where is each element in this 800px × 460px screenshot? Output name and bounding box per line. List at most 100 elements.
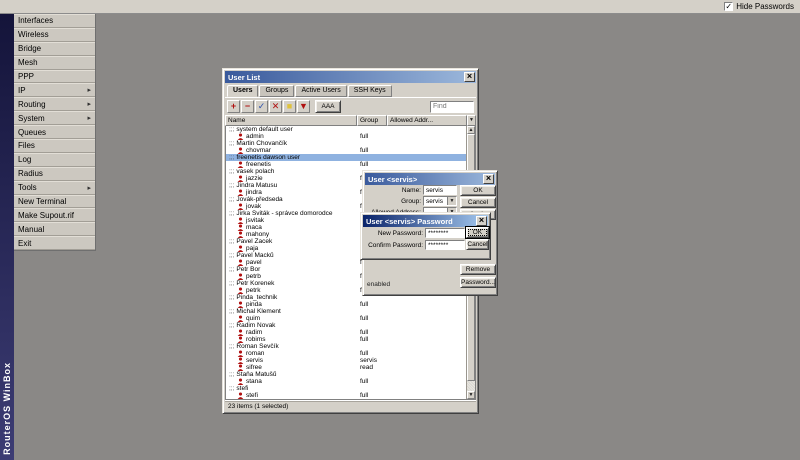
sidebar-item-interfaces[interactable]: Interfaces — [14, 14, 95, 28]
user-name: chovmar — [246, 147, 271, 154]
comment-prefix: ;;; — [229, 308, 234, 315]
table-row-comment[interactable]: ;;; Michal Klement — [226, 308, 466, 315]
dropdown-arrow-icon[interactable]: ▼ — [447, 197, 456, 205]
sidebar-item-label: Log — [18, 155, 91, 164]
comment-text: Staňa Matušů — [236, 371, 276, 378]
ok-button[interactable]: OK — [466, 227, 489, 238]
table-row-user[interactable]: romanfull — [226, 350, 466, 357]
filter-button[interactable]: ▼ — [297, 100, 310, 113]
group-value: servis — [426, 198, 447, 205]
name-cell: jovak — [226, 203, 358, 210]
sidebar-item-log[interactable]: Log — [14, 153, 95, 167]
table-row-comment[interactable]: ;;; freenetis dawson user — [226, 154, 466, 161]
arrow-up-icon: ▲ — [469, 128, 474, 133]
sidebar-item-label: Routing — [18, 100, 87, 109]
table-row-user[interactable]: sifreeread — [226, 364, 466, 371]
remove-button[interactable]: Remove — [460, 264, 496, 275]
name-cell: petrb — [226, 273, 358, 280]
comment-button[interactable]: ■ — [283, 100, 296, 113]
user-icon — [237, 364, 244, 371]
sidebar-item-make-supout-rif[interactable]: Make Supout.rif — [14, 208, 95, 222]
sidebar-item-mesh[interactable]: Mesh — [14, 56, 95, 70]
sidebar-item-radius[interactable]: Radius — [14, 167, 95, 181]
user-name: petrb — [246, 273, 261, 280]
user-icon — [237, 301, 244, 308]
name-cell: ;;; Pavel Macků — [226, 252, 358, 259]
name-input[interactable] — [423, 185, 457, 195]
column-selector-button[interactable]: ▼ — [467, 115, 476, 126]
table-row-user[interactable]: freenetisfull — [226, 161, 466, 168]
group-cell: servis — [358, 357, 388, 364]
user-dialog-titlebar[interactable]: User <servis> × — [365, 173, 495, 185]
user-name: robims — [246, 336, 266, 343]
table-row-comment[interactable]: ;;; Radim Novak — [226, 322, 466, 329]
table-row-comment[interactable]: ;;; Roman Ševčík — [226, 343, 466, 350]
column-header-name[interactable]: Name — [225, 115, 357, 126]
comment-text: Pinda_technik — [236, 294, 277, 301]
table-row-user[interactable]: stanafull — [226, 378, 466, 385]
table-row-user[interactable]: robimsfull — [226, 336, 466, 343]
table-row-user[interactable]: pindafull — [226, 301, 466, 308]
group-dropdown[interactable]: servis ▼ — [423, 196, 457, 206]
sidebar-item-system[interactable]: System▸ — [14, 111, 95, 125]
user-name: mahony — [246, 231, 269, 238]
hide-passwords-checkbox[interactable]: ✓ — [724, 2, 733, 11]
disable-button[interactable]: ✕ — [269, 100, 282, 113]
sidebar-item-tools[interactable]: Tools▸ — [14, 181, 95, 195]
table-row-user[interactable]: stefifull — [226, 392, 466, 399]
cancel-button[interactable]: Cancel — [466, 239, 489, 250]
comment-prefix: ;;; — [229, 210, 234, 217]
new-password-input[interactable] — [425, 228, 465, 238]
tab-groups[interactable]: Groups — [259, 85, 294, 97]
password-dialog-titlebar[interactable]: User <servis> Password × — [363, 215, 488, 227]
sidebar-item-exit[interactable]: Exit — [14, 236, 95, 250]
sidebar-item-wireless[interactable]: Wireless — [14, 28, 95, 42]
user-icon — [237, 245, 244, 252]
sidebar-item-manual[interactable]: Manual — [14, 222, 95, 236]
remove-button[interactable]: − — [241, 100, 254, 113]
tab-active-users[interactable]: Active Users — [295, 85, 346, 97]
sidebar-item-files[interactable]: Files — [14, 139, 95, 153]
group-cell: full — [358, 133, 388, 140]
password-button[interactable]: Password... — [460, 277, 496, 288]
scroll-up-button[interactable]: ▲ — [467, 126, 475, 134]
group-cell: full — [358, 161, 388, 168]
user-name: admin — [246, 133, 264, 140]
filter-icon: ▼ — [299, 102, 308, 111]
table-row-user[interactable]: admin full — [226, 133, 466, 140]
table-row-comment[interactable]: ;;; Martin Chovančík — [226, 140, 466, 147]
table-row-user[interactable]: quimfull — [226, 315, 466, 322]
tab-users[interactable]: Users — [227, 85, 258, 97]
table-row-user[interactable]: servisservis — [226, 357, 466, 364]
column-header-group[interactable]: Group — [357, 115, 387, 126]
table-row-comment[interactable]: ;;; Staňa Matušů — [226, 371, 466, 378]
sidebar-item-queues[interactable]: Queues — [14, 125, 95, 139]
enable-button[interactable]: ✓ — [255, 100, 268, 113]
user-icon — [237, 175, 244, 182]
user-dialog-close-button[interactable]: × — [483, 174, 494, 184]
confirm-password-input[interactable] — [425, 240, 465, 250]
hide-passwords-control[interactable]: ✓ Hide Passwords — [724, 2, 794, 11]
sidebar-item-ppp[interactable]: PPP — [14, 70, 95, 84]
password-dialog-close-button[interactable]: × — [476, 216, 487, 226]
user-list-titlebar[interactable]: User List × — [225, 71, 476, 83]
aaa-button[interactable]: AAA — [315, 100, 341, 113]
find-input[interactable] — [430, 101, 474, 113]
name-cell: quim — [226, 315, 358, 322]
scroll-down-button[interactable]: ▼ — [467, 391, 475, 399]
sidebar-item-bridge[interactable]: Bridge — [14, 42, 95, 56]
table-row-user[interactable]: radimfull — [226, 329, 466, 336]
table-header-cols: NameGroupAllowed Addr... — [225, 115, 467, 126]
cancel-button[interactable]: Cancel — [460, 197, 496, 208]
sidebar-item-new-terminal[interactable]: New Terminal — [14, 195, 95, 209]
add-button[interactable]: + — [227, 100, 240, 113]
table-row-user[interactable]: chovmarfull — [226, 147, 466, 154]
ok-button[interactable]: OK — [460, 185, 496, 196]
sidebar-item-ip[interactable]: IP▸ — [14, 83, 95, 97]
user-list-close-button[interactable]: × — [464, 72, 475, 82]
table-row-comment[interactable]: ;;; stefi — [226, 385, 466, 392]
table-row-comment[interactable]: ;;; system default user — [226, 126, 466, 133]
tab-ssh-keys[interactable]: SSH Keys — [348, 85, 392, 97]
sidebar-item-routing[interactable]: Routing▸ — [14, 97, 95, 111]
column-header-allowed-addr[interactable]: Allowed Addr... — [387, 115, 467, 126]
